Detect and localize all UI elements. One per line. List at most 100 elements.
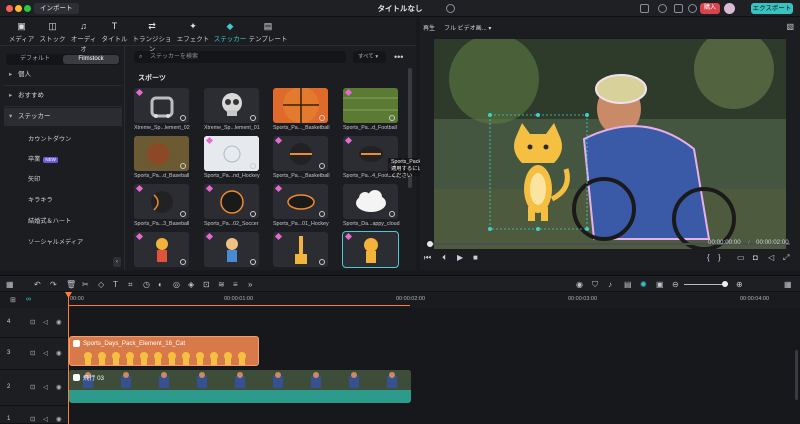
tab-title[interactable]: T タイトル bbox=[99, 17, 130, 45]
sticker-thumb[interactable] bbox=[343, 88, 398, 123]
segment-filmstock[interactable]: Filmstock bbox=[63, 55, 119, 64]
split-icon[interactable]: ✂ bbox=[82, 280, 89, 289]
minimize-window-button[interactable] bbox=[15, 5, 22, 12]
tab-template[interactable]: ▤ テンプレート bbox=[248, 17, 288, 45]
notification-icon[interactable] bbox=[688, 4, 697, 13]
maximize-window-button[interactable] bbox=[24, 5, 31, 12]
grid-icon[interactable]: ▦ bbox=[784, 280, 792, 289]
collapse-sidebar-button[interactable]: ‹ bbox=[113, 257, 121, 267]
sidebar-item-recommended[interactable]: ▸ おすすめ bbox=[4, 87, 122, 105]
sticker-thumb[interactable] bbox=[204, 232, 259, 267]
undo-icon[interactable]: ↶ bbox=[34, 280, 41, 289]
zoom-slider[interactable] bbox=[684, 281, 728, 287]
cloud-icon[interactable] bbox=[658, 4, 667, 13]
adjust-icon[interactable]: ≡ bbox=[233, 280, 238, 289]
monitor-icon[interactable] bbox=[640, 4, 649, 13]
sidebar-sub-social[interactable]: ソーシャルメディア bbox=[4, 235, 122, 251]
sidebar-item-sticker[interactable]: ▾ ステッカー bbox=[4, 108, 122, 126]
redo-icon[interactable]: ↷ bbox=[50, 280, 57, 289]
sticker-search-input[interactable]: ⌕ ステッカーを検索 bbox=[134, 51, 346, 63]
sticker-thumb[interactable] bbox=[273, 184, 328, 219]
stop-icon[interactable]: ■ bbox=[473, 253, 478, 263]
lock-icon[interactable]: ⊡ bbox=[30, 318, 35, 326]
zoom-in-icon[interactable]: ⊕ bbox=[736, 280, 743, 289]
eye-icon[interactable]: ◉ bbox=[56, 349, 62, 357]
sticker-thumb[interactable] bbox=[134, 88, 189, 123]
link-icon[interactable]: ∞ bbox=[26, 296, 31, 303]
lock-icon[interactable]: ⊡ bbox=[30, 383, 35, 391]
fit-icon[interactable]: ⊡ bbox=[203, 280, 210, 289]
audio-mute-icon[interactable]: ◁ bbox=[43, 349, 48, 357]
tab-stock[interactable]: ◫ ストック bbox=[37, 17, 68, 45]
buy-button[interactable]: 購入 bbox=[700, 3, 720, 14]
info-icon[interactable] bbox=[446, 4, 455, 13]
sidebar-sub-arrow[interactable]: 矢印 bbox=[4, 172, 122, 188]
avatar[interactable] bbox=[724, 3, 735, 14]
mark-in-icon[interactable]: { bbox=[707, 253, 710, 263]
prev-frame-icon[interactable]: ⏮ bbox=[424, 253, 431, 263]
display-icon[interactable]: ▭ bbox=[737, 253, 745, 263]
segment-default[interactable]: デフォルト bbox=[7, 55, 63, 64]
timeline-scrollbar[interactable] bbox=[795, 350, 798, 400]
audio-mute-icon[interactable]: ◁ bbox=[43, 318, 48, 326]
mic-icon[interactable]: ♪ bbox=[608, 280, 612, 289]
sidebar-sub-countdown[interactable]: カウントダウン bbox=[4, 132, 122, 148]
lock-icon[interactable]: ⊡ bbox=[30, 349, 35, 357]
sticker-thumb[interactable] bbox=[134, 136, 189, 171]
sidebar-sub-graduation[interactable]: 卒業 NEW bbox=[4, 152, 122, 168]
sidebar-sub-wedding[interactable]: 結婚式＆ハート bbox=[4, 214, 122, 230]
export-button[interactable]: エクスポート bbox=[751, 3, 793, 14]
snap-icon[interactable]: ▣ bbox=[656, 280, 664, 289]
text-icon[interactable]: T bbox=[113, 280, 118, 289]
tab-audio[interactable]: ♫ オーディオ bbox=[68, 17, 99, 53]
close-window-button[interactable] bbox=[6, 5, 13, 12]
sort-dropdown[interactable]: すべて ▾ bbox=[353, 51, 386, 63]
tab-sticker[interactable]: ◆ ステッカー bbox=[212, 17, 248, 45]
render-icon[interactable]: ◉ bbox=[576, 280, 583, 289]
delete-icon[interactable]: 🗑 bbox=[66, 280, 76, 289]
sticker-thumb[interactable] bbox=[273, 232, 328, 267]
quality-dropdown[interactable]: フル ビデオ画... ▾ bbox=[444, 23, 491, 32]
shield-icon[interactable]: ⛉ bbox=[592, 280, 598, 289]
snapshot-icon[interactable]: ▧ bbox=[786, 22, 794, 31]
sticker-thumb[interactable] bbox=[134, 232, 189, 267]
tag-icon[interactable]: ◇ bbox=[98, 280, 104, 289]
keyframe-icon[interactable]: ◈ bbox=[188, 280, 194, 289]
tab-media[interactable]: ▣ メディア bbox=[6, 17, 37, 45]
audio-mute-icon[interactable]: ◁ bbox=[43, 383, 48, 391]
save-icon[interactable] bbox=[674, 4, 683, 13]
sidebar-sub-sparkle[interactable]: キラキラ bbox=[4, 193, 122, 209]
sticker-thumb[interactable] bbox=[343, 184, 398, 219]
zoom-knob[interactable] bbox=[722, 281, 728, 287]
mask-icon[interactable]: ◎ bbox=[173, 280, 180, 289]
sticker-clip[interactable]: Sports_Days_Pack_Element_16_Cat bbox=[69, 336, 259, 366]
camera-icon[interactable]: ◘ bbox=[753, 253, 758, 263]
more-icon[interactable]: ••• bbox=[394, 51, 403, 63]
video-clip[interactable]: 飛行 03 bbox=[69, 370, 411, 403]
eye-icon[interactable]: ◉ bbox=[56, 415, 62, 423]
mark-out-icon[interactable]: } bbox=[718, 253, 721, 263]
fullscreen-icon[interactable]: ⤢ bbox=[783, 253, 789, 263]
sticker-thumb[interactable] bbox=[134, 184, 189, 219]
audio-wave-icon[interactable]: ≋ bbox=[218, 280, 225, 289]
speed-icon[interactable]: ◷ bbox=[143, 280, 150, 289]
sidebar-item-personal[interactable]: ▸ 個人 bbox=[4, 66, 122, 84]
crop-icon[interactable]: ⌗ bbox=[128, 280, 133, 289]
add-track-icon[interactable]: ⊞ bbox=[10, 296, 16, 304]
audio-mute-icon[interactable]: ◁ bbox=[43, 415, 48, 423]
sticker-thumb[interactable] bbox=[204, 88, 259, 123]
sticker-thumb[interactable] bbox=[204, 136, 259, 171]
eye-icon[interactable]: ◉ bbox=[56, 318, 62, 326]
sticker-thumb[interactable] bbox=[273, 136, 328, 171]
ai-icon[interactable]: ✺ bbox=[640, 280, 647, 289]
layout-icon[interactable]: ▦ bbox=[6, 280, 14, 289]
timeline-ruler[interactable]: ⊞ ∞ 00:00 00:00:01:00 00:00:02:00 00:00:… bbox=[0, 292, 800, 308]
eye-icon[interactable]: ◉ bbox=[56, 383, 62, 391]
sticker-thumb[interactable] bbox=[204, 184, 259, 219]
volume-icon[interactable]: ◁ bbox=[768, 253, 774, 263]
tab-effect[interactable]: ✦ エフェクト bbox=[174, 17, 212, 45]
color-icon[interactable]: ◐ bbox=[158, 280, 163, 289]
caption-icon[interactable]: ▤ bbox=[624, 280, 632, 289]
lock-icon[interactable]: ⊡ bbox=[30, 415, 35, 423]
more-tools-icon[interactable]: » bbox=[248, 280, 252, 289]
